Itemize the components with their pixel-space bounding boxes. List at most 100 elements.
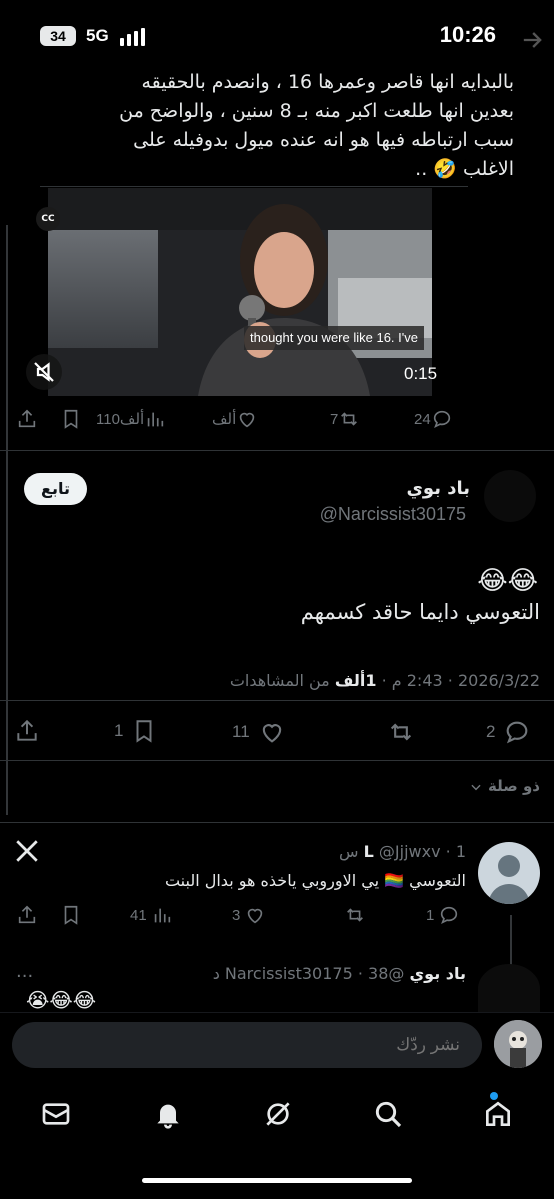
grok-icon[interactable] — [262, 1098, 294, 1130]
bell-icon[interactable] — [152, 1098, 184, 1130]
reply-author-name[interactable]: باد بوي — [410, 964, 467, 983]
speaker-muted-icon — [34, 362, 54, 382]
share-button[interactable] — [16, 408, 38, 430]
default-avatar-icon — [488, 855, 530, 904]
repost-button[interactable] — [344, 904, 366, 926]
battery-indicator: 34 — [40, 26, 76, 46]
heart-icon — [262, 724, 281, 743]
reply-header: باد بوي @Narcissist30175 · 38 د — [213, 964, 466, 983]
repost-button[interactable]: 7 — [330, 408, 360, 430]
home-notification-dot — [490, 1092, 498, 1100]
share-icon — [18, 905, 36, 924]
bookmarks-count: 1 — [114, 721, 124, 740]
video-player[interactable] — [48, 188, 432, 396]
share-button[interactable] — [14, 718, 40, 744]
bookmark-button[interactable] — [60, 904, 82, 926]
like-button[interactable]: ألف — [212, 408, 258, 430]
reply-author-name[interactable]: L — [364, 842, 374, 861]
reply-button[interactable]: 24 — [414, 408, 453, 430]
tweet-date[interactable]: 2026/3/22 · 2:43 م · — [377, 671, 540, 690]
repost-icon — [390, 723, 412, 741]
avatar[interactable] — [484, 470, 536, 522]
video-duration: 0:15 — [404, 364, 438, 383]
thread-line-left — [6, 225, 8, 815]
avatar[interactable] — [478, 964, 540, 1014]
like-button[interactable]: 11 — [232, 718, 286, 746]
bookmark-icon — [64, 905, 78, 925]
video-frame-image — [48, 188, 432, 396]
likes-count: 3 — [232, 906, 241, 924]
views-icon — [147, 412, 164, 427]
share-icon — [17, 719, 37, 741]
reply-author-handle[interactable]: @Jjjwxv — [379, 842, 441, 861]
views-count: 41 — [130, 906, 147, 924]
replies-count: 2 — [486, 722, 496, 741]
tweet-text: التعوسي دايما حاقد كسمهم — [300, 600, 540, 624]
mail-icon[interactable] — [40, 1098, 72, 1130]
sort-dropdown[interactable]: ذو صلة — [469, 777, 540, 795]
author-handle[interactable]: @Narcissist30175 — [320, 504, 466, 525]
comment-icon — [507, 721, 528, 744]
reply-emoji: 😭😂😂 — [26, 988, 97, 1012]
video-subtitle: thought you were like 16. I've — [244, 326, 424, 350]
views-button[interactable]: 110ألف — [96, 408, 166, 430]
reply-button[interactable]: 1 — [426, 904, 460, 926]
signal-icon — [120, 28, 145, 46]
quoted-tweet-text[interactable]: بالبدايه انها قاصر وعمرها 16 ، وانصدم با… — [44, 68, 514, 184]
bookmark-icon — [136, 720, 152, 743]
closed-captions-button[interactable]: CC — [36, 207, 60, 231]
author-name[interactable]: باد بوي — [406, 478, 470, 499]
profile-picture-image — [494, 1020, 542, 1068]
views-button[interactable]: 41 — [130, 904, 173, 926]
network-label: 5G — [86, 26, 109, 45]
more-options-button[interactable]: ··· — [16, 966, 33, 987]
sort-label: ذو صلة — [488, 777, 540, 795]
views-count: 1ألف — [334, 671, 377, 690]
clock: 10:26 — [439, 22, 496, 47]
divider — [0, 760, 554, 761]
divider — [0, 700, 554, 701]
repost-button[interactable] — [386, 718, 416, 746]
share-icon — [18, 409, 36, 428]
home-icon[interactable] — [482, 1098, 514, 1130]
bookmark-button[interactable]: 1 — [114, 718, 157, 744]
x-logo-icon — [16, 840, 38, 862]
divider — [40, 186, 468, 187]
divider — [0, 450, 554, 451]
reply-header: L @Jjjwxv · 1 س — [339, 842, 466, 861]
comment-icon — [433, 410, 450, 428]
bookmark-button[interactable] — [60, 408, 82, 430]
chevron-down-icon — [471, 784, 481, 790]
reply-input[interactable] — [12, 1022, 482, 1068]
quoted-tweet-line: بعدين انها طلعت اكبر منه بـ 8 سنين ، وال… — [119, 100, 514, 122]
replies-count: 1 — [426, 906, 435, 924]
search-icon[interactable] — [372, 1098, 404, 1130]
reposts-count: 7 — [330, 410, 339, 428]
heart-icon — [248, 908, 263, 924]
divider — [0, 822, 554, 823]
quoted-tweet-line: بالبدايه انها قاصر وعمرها 16 ، وانصدم با… — [141, 71, 514, 93]
bookmark-icon — [64, 409, 78, 429]
my-avatar[interactable] — [494, 1020, 542, 1068]
replies-count: 24 — [414, 410, 431, 428]
follow-button[interactable]: تابع — [24, 473, 87, 505]
likes-count: 11 — [232, 722, 250, 741]
status-bar: 34 5G 10:26 — [0, 0, 554, 64]
comment-icon — [441, 906, 458, 924]
mute-button[interactable] — [26, 354, 62, 390]
views-icon — [154, 908, 170, 923]
home-indicator — [142, 1178, 412, 1183]
avatar[interactable] — [478, 842, 540, 904]
like-button[interactable]: 3 — [232, 904, 266, 926]
reply-text: التعوسي 🏳️‍🌈 يي الاوروبي ياخذه هو بدال ا… — [164, 871, 466, 890]
tweet-meta: 2026/3/22 · 2:43 م · 1ألف من المشاهدات — [230, 671, 540, 690]
repost-icon — [341, 412, 358, 426]
repost-icon — [347, 908, 363, 922]
heart-icon — [240, 412, 255, 428]
share-button[interactable] — [16, 904, 38, 926]
reply-button[interactable]: 2 — [486, 718, 531, 746]
thread-line-reply — [510, 915, 512, 965]
tweet-emoji: 😂😂 — [477, 566, 538, 596]
views-label: من المشاهدات — [229, 671, 335, 690]
back-arrow-icon[interactable] — [518, 26, 546, 54]
